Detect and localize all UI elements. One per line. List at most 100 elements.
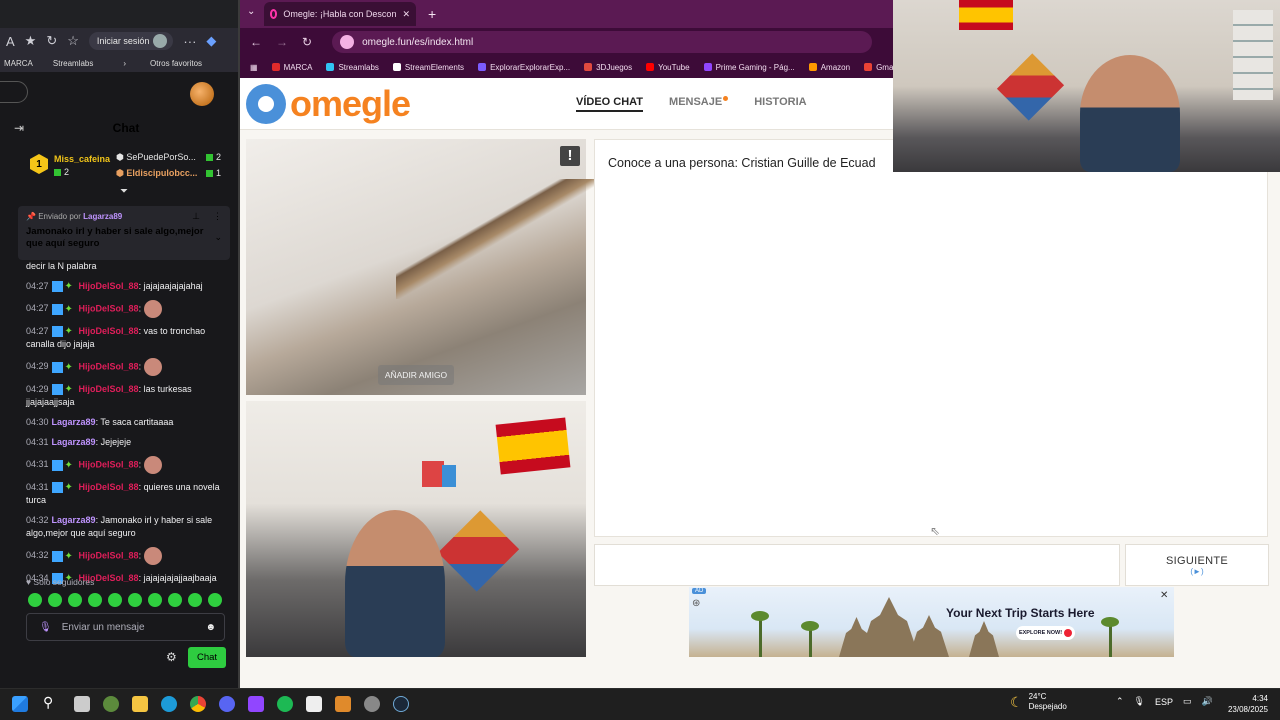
pinned-message[interactable]: 📌 Enviado por Lagarza89 Jamonako irl y h… <box>18 206 230 260</box>
emote-icon[interactable] <box>88 593 102 607</box>
spotify-icon[interactable] <box>277 696 293 712</box>
favorites-icon[interactable]: ☆ <box>67 33 79 49</box>
tab-omegle[interactable]: Omegle: ¡Habla con Descon ✕ <box>264 2 416 26</box>
more-icon[interactable]: ··· <box>183 34 196 49</box>
edge-icon[interactable] <box>161 696 177 712</box>
subscriber-badge-icon[interactable] <box>51 482 63 494</box>
message-username[interactable]: HijoDelSol_88 <box>79 326 139 336</box>
chevron-right-icon[interactable]: › <box>123 59 126 68</box>
read-aloud-icon[interactable]: A <box>6 34 15 49</box>
refresh-icon[interactable]: ↻ <box>46 33 57 49</box>
site-info-icon[interactable] <box>340 35 355 49</box>
channel-avatar[interactable] <box>190 82 214 106</box>
sparkle-badge-icon[interactable]: ✦ <box>65 281 76 292</box>
message-username[interactable]: Lagarza89 <box>52 515 96 525</box>
message-username[interactable]: Lagarza89 <box>52 437 96 447</box>
emote-icon[interactable] <box>208 593 222 607</box>
search-icon[interactable]: ⚲ <box>43 694 53 711</box>
chevron-up-icon[interactable]: ⌃ <box>1116 696 1124 707</box>
address-bar[interactable]: omegle.fun/es/index.html <box>332 31 873 53</box>
tab-pill[interactable] <box>0 81 28 103</box>
bookmark-item[interactable]: Streamlabs <box>326 63 379 72</box>
subscriber-badge-icon[interactable] <box>51 281 63 293</box>
leaderboard-entry[interactable]: ⬢ SePuedePorSo... <box>116 152 196 163</box>
subscriber-badge-icon[interactable] <box>51 550 63 562</box>
subscriber-badge-icon[interactable] <box>51 459 63 471</box>
network-icon[interactable]: ▭ <box>1183 696 1192 707</box>
sparkle-badge-icon[interactable]: ✦ <box>65 326 76 337</box>
emote-icon[interactable] <box>148 593 162 607</box>
sparkle-badge-icon[interactable]: ✦ <box>65 362 76 373</box>
bookmark-item[interactable]: YouTube <box>646 63 690 72</box>
leaderboard-entry[interactable]: ⬢ Eldiscipulobcc... <box>116 168 197 179</box>
message-username[interactable]: HijoDelSol_88 <box>79 303 139 313</box>
bookmark-item[interactable]: Amazon <box>808 63 850 72</box>
nav-video-chat[interactable]: VÍDEO CHAT <box>576 96 644 112</box>
expand-leaderboard-icon[interactable]: ⏷ <box>120 186 128 197</box>
clock[interactable]: 4:34 23/08/2025 <box>1226 693 1268 715</box>
close-icon[interactable]: ✕ <box>402 9 410 20</box>
emote-icon[interactable] <box>68 593 82 607</box>
bookmark-marca[interactable]: MARCA <box>4 59 33 68</box>
forward-icon[interactable]: → <box>276 35 288 49</box>
emote-icon[interactable] <box>108 593 122 607</box>
xbox-icon[interactable] <box>103 696 119 712</box>
signin-button[interactable]: Iniciar sesión <box>88 32 174 50</box>
sparkle-badge-icon[interactable]: ✦ <box>65 304 76 315</box>
next-button[interactable]: SIGUIENTE (►) <box>1125 544 1269 586</box>
message-username[interactable]: HijoDelSol_88 <box>79 482 139 492</box>
pin-action-icon[interactable]: ⊥ <box>192 211 200 222</box>
windows-start-icon[interactable] <box>12 696 28 712</box>
apps-icon[interactable]: ▦ <box>250 63 258 72</box>
bookmark-item[interactable]: 3DJuegos <box>584 63 632 72</box>
message-username[interactable]: HijoDelSol_88 <box>79 550 139 560</box>
copilot-icon[interactable]: ◆ <box>206 33 216 49</box>
nav-message[interactable]: MENSAJE <box>669 96 729 112</box>
nav-history[interactable]: HISTORIA <box>754 96 806 112</box>
task-view-icon[interactable] <box>74 696 90 712</box>
message-username[interactable]: HijoDelSol_88 <box>79 384 139 394</box>
volume-icon[interactable]: 🔊 <box>1202 696 1213 707</box>
gear-icon[interactable]: ⚙ <box>166 650 177 664</box>
steam-icon[interactable] <box>393 696 409 712</box>
chrome-icon[interactable] <box>190 696 206 712</box>
collapse-icon[interactable]: ⇥ <box>14 121 44 135</box>
ad-close-icon[interactable]: ✕ <box>1160 590 1168 601</box>
message-username[interactable]: HijoDelSol_88 <box>79 459 139 469</box>
bookmark-streamlabs[interactable]: Streamlabs <box>53 59 93 68</box>
emote-icon[interactable] <box>188 593 202 607</box>
kebab-icon[interactable]: ⋮ <box>213 211 222 222</box>
chat-text-input[interactable] <box>594 544 1120 586</box>
back-icon[interactable]: ← <box>250 35 262 49</box>
emote-icon[interactable] <box>28 593 42 607</box>
mic-icon[interactable]: 🎙 <box>39 622 52 633</box>
file-explorer-icon[interactable] <box>132 696 148 712</box>
report-button[interactable]: ! <box>560 146 580 166</box>
ad-cta-button[interactable]: EXPLORE NOW! <box>1016 626 1075 640</box>
sparkle-badge-icon[interactable]: ✦ <box>65 482 76 493</box>
mic-icon[interactable]: 🎙 <box>1134 696 1145 707</box>
obs-icon[interactable] <box>364 696 380 712</box>
subscriber-badge-icon[interactable] <box>51 303 63 315</box>
sparkle-badge-icon[interactable]: ✦ <box>65 384 76 395</box>
star-icon[interactable]: ★ <box>25 33 37 49</box>
message-username[interactable]: Lagarza89 <box>52 417 96 427</box>
new-tab-icon[interactable]: + <box>428 6 436 22</box>
sparkle-badge-icon[interactable]: ✦ <box>65 460 76 471</box>
chat-message-input[interactable]: 🎙 Enviar un mensaje ☻ <box>26 613 225 641</box>
capcut-icon[interactable] <box>306 696 322 712</box>
chevron-down-icon[interactable]: ⌄ <box>214 232 222 243</box>
sparkle-badge-icon[interactable]: ✦ <box>65 551 76 562</box>
emote-icon[interactable] <box>128 593 142 607</box>
bookmark-item[interactable]: Gmail <box>864 63 893 72</box>
language-indicator[interactable]: ESP <box>1155 697 1173 707</box>
chat-send-button[interactable]: Chat <box>188 647 226 668</box>
weather-widget[interactable]: ☾ 24°C Despejado <box>1010 692 1067 712</box>
emote-icon[interactable] <box>168 593 182 607</box>
emote-icon[interactable] <box>48 593 62 607</box>
subscriber-badge-icon[interactable] <box>51 326 63 338</box>
bookmark-item[interactable]: MARCA <box>271 63 312 72</box>
twitch-icon[interactable] <box>248 696 264 712</box>
omegle-logo[interactable]: omegle <box>246 83 411 125</box>
bookmark-other-favorites[interactable]: Otros favoritos <box>150 59 202 68</box>
